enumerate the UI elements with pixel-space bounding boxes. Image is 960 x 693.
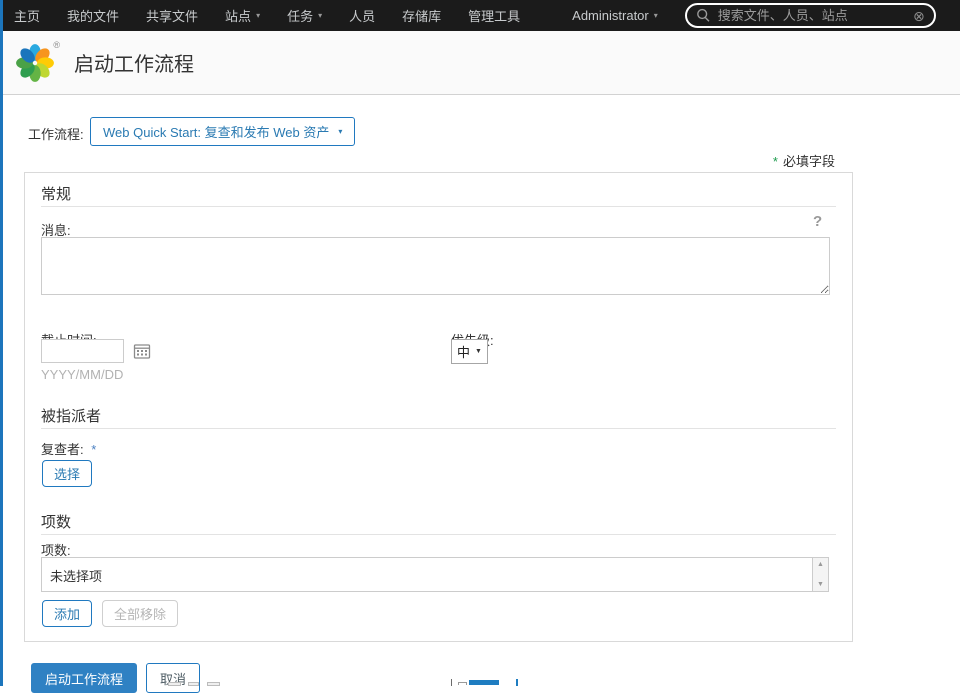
- clear-search-icon[interactable]: ⊗: [913, 9, 925, 23]
- required-note-text: 必填字段: [782, 154, 835, 169]
- chevron-down-icon: ▾: [256, 11, 261, 20]
- section-items: 项数: [41, 514, 72, 531]
- clipped-footer-fragment: [458, 682, 467, 685]
- clipped-footer-fragment: [469, 680, 499, 685]
- reviewer-label-text: 复查者:: [41, 442, 84, 457]
- clipped-footer-fragment: [207, 682, 220, 686]
- nav-item-label: 主页: [14, 9, 41, 24]
- start-workflow-button[interactable]: 启动工作流程: [31, 663, 138, 693]
- cancel-button[interactable]: 取消: [146, 663, 201, 693]
- alfresco-flower-logo: ®: [14, 39, 60, 84]
- nav-item-label: 任务: [287, 9, 314, 24]
- top-navigation-bar: 主页 我的文件 共享文件 站点 ▾ 任务 ▾ 人员 存储库 管理工具 Adminis…: [0, 0, 960, 31]
- user-menu-label: Administrator: [572, 8, 649, 23]
- priority-value: 中: [457, 345, 471, 360]
- priority-select[interactable]: 中 ▼: [451, 339, 488, 364]
- nav-item-repository[interactable]: 存储库: [402, 6, 441, 25]
- help-icon[interactable]: ?: [813, 213, 822, 230]
- nav-item-home[interactable]: 主页: [14, 6, 40, 25]
- items-list-scrollbar[interactable]: ▲ ▼: [812, 558, 828, 591]
- nav-item-label: 人员: [349, 9, 376, 24]
- clipped-footer-fragment: [168, 682, 181, 686]
- workflow-type-dropdown[interactable]: Web Quick Start: 复查和发布 Web 资产 ▾: [90, 117, 356, 146]
- reviewer-label: 复查者: *: [41, 439, 96, 458]
- nav-item-label: 存储库: [402, 9, 442, 24]
- registered-trademark: ®: [53, 39, 60, 50]
- workflow-type-value: Web Quick Start: 复查和发布 Web 资产: [103, 125, 330, 140]
- due-date-input[interactable]: [41, 339, 124, 363]
- section-divider: [41, 428, 836, 429]
- select-reviewer-button[interactable]: 选择: [42, 460, 93, 487]
- clipped-footer-fragment: [188, 682, 199, 686]
- section-assignees: 被指派者: [41, 408, 102, 425]
- scroll-down-icon[interactable]: ▼: [817, 581, 824, 588]
- chevron-down-icon: ▾: [338, 127, 343, 136]
- global-search-box[interactable]: ⊗: [684, 3, 936, 28]
- search-icon: [696, 8, 711, 23]
- user-menu[interactable]: Administrator ▾: [572, 8, 658, 23]
- required-fields-note: * 必填字段: [773, 151, 835, 170]
- nav-item-label: 站点: [225, 9, 252, 24]
- nav-item-my-files[interactable]: 我的文件: [67, 6, 119, 25]
- nav-item-label: 管理工具: [468, 9, 521, 24]
- remove-all-items-button: 全部移除: [102, 600, 179, 627]
- message-textarea[interactable]: [41, 237, 830, 295]
- selected-items-list: 未选择项 ▲ ▼: [41, 557, 829, 592]
- add-items-button[interactable]: 添加: [42, 600, 93, 627]
- nav-item-admin-tools[interactable]: 管理工具: [468, 6, 520, 25]
- nav-item-sites[interactable]: 站点 ▾: [225, 6, 260, 25]
- page-header: ® 启动工作流程: [0, 31, 960, 95]
- page-title: 启动工作流程: [74, 54, 194, 76]
- clipped-footer-fragment: [451, 679, 452, 686]
- chevron-down-icon: ▾: [653, 11, 658, 20]
- clipped-footer-fragment: [516, 679, 518, 686]
- date-format-hint: YYYY/MM/DD: [41, 367, 124, 382]
- nav-item-tasks[interactable]: 任务 ▾: [287, 6, 322, 25]
- chevron-down-icon: ▾: [318, 11, 323, 20]
- workflow-form-panel: 常规 消息: ? 截止时间: YYYY/MM/DD 优先级: 中 ▼ 被指派者 …: [24, 172, 853, 642]
- scroll-up-icon[interactable]: ▲: [817, 561, 824, 568]
- search-input[interactable]: [717, 8, 907, 23]
- required-asterisk: *: [91, 442, 97, 457]
- nav-item-label: 共享文件: [146, 9, 199, 24]
- chevron-down-icon: ▼: [475, 348, 482, 355]
- nav-item-label: 我的文件: [67, 9, 120, 24]
- workflow-label: 工作流程:: [28, 127, 84, 142]
- items-empty-text: 未选择项: [50, 569, 103, 584]
- calendar-icon[interactable]: [133, 342, 151, 360]
- section-divider: [41, 534, 836, 535]
- nav-item-shared-files[interactable]: 共享文件: [146, 6, 198, 25]
- required-asterisk: *: [772, 154, 778, 169]
- section-divider: [41, 206, 836, 207]
- section-general: 常规: [41, 186, 72, 203]
- left-edge-accent-stripe: [0, 0, 3, 686]
- nav-item-people[interactable]: 人员: [349, 6, 375, 25]
